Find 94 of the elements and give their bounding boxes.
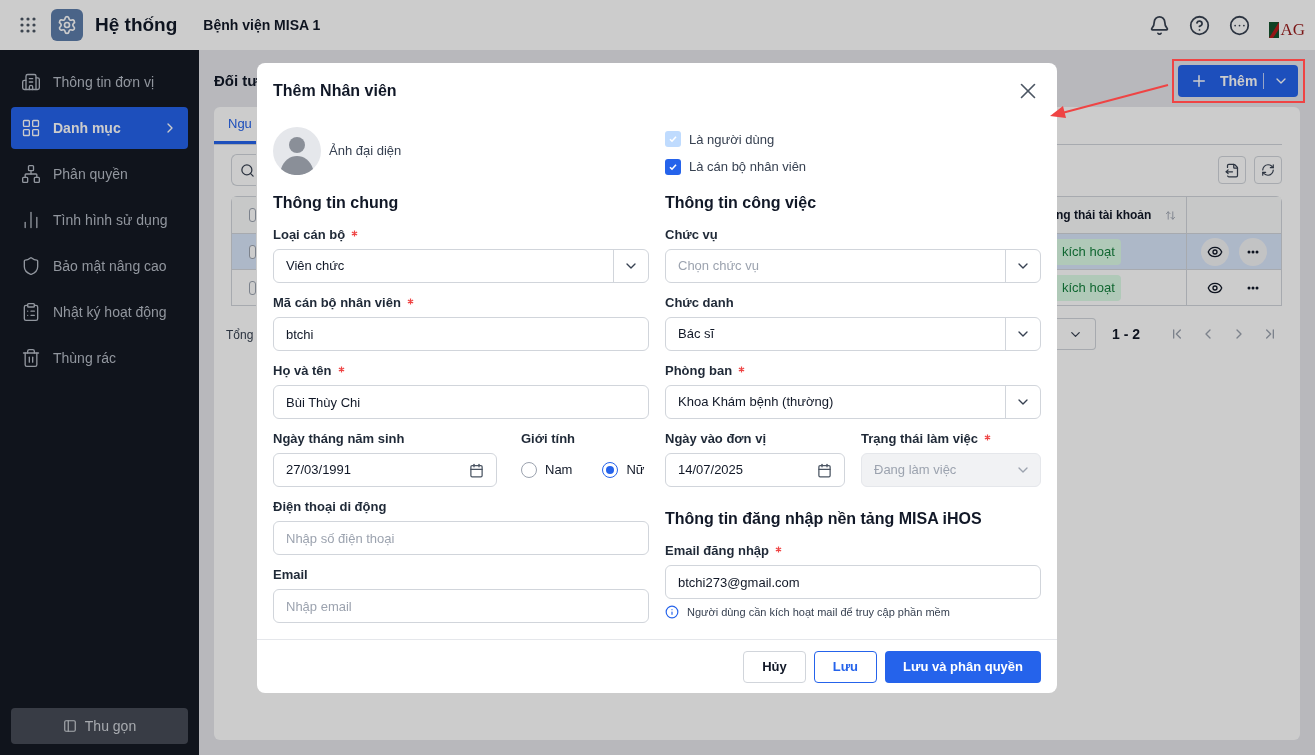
required-icon <box>775 545 782 553</box>
notification-bell-icon[interactable] <box>1149 14 1171 36</box>
checkbox-label: Là người dùng <box>689 130 775 149</box>
dialog-button[interactable]: Lưu và phân quyền <box>885 650 1041 683</box>
refresh-icon <box>1261 163 1275 177</box>
field-label: Trạng thái làm việc <box>861 430 979 449</box>
status-badge: kích hoạt <box>1056 274 1121 301</box>
app-grid-icon[interactable] <box>20 17 36 33</box>
menu-icon <box>21 118 41 138</box>
organization-logo: AG <box>1269 12 1305 38</box>
refresh-button[interactable] <box>1254 156 1282 184</box>
required-icon <box>351 229 359 237</box>
app-title: Hệ thống <box>95 12 178 37</box>
text-field[interactable]: Nhập số điện thoại <box>273 521 649 555</box>
dialog-title: Thêm Nhân viên <box>273 81 397 101</box>
sidebar-item[interactable]: Nhật ký hoạt động <box>11 291 188 333</box>
menu-icon <box>21 72 41 92</box>
text-field[interactable]: btchi <box>273 317 649 351</box>
field-label: Chức vụ <box>665 226 718 245</box>
calendar-icon <box>469 462 484 478</box>
file-export-icon <box>1224 162 1240 178</box>
sidebar-item[interactable]: Tình hình sử dụng <box>11 199 188 241</box>
row-checkbox[interactable] <box>249 244 256 259</box>
export-button[interactable] <box>1218 156 1246 184</box>
field-label: Ngày tháng năm sinh <box>273 430 405 449</box>
select-field[interactable]: Viên chức <box>273 249 649 283</box>
menu-icon <box>21 164 41 184</box>
required-icon <box>738 365 746 373</box>
add-button[interactable]: Thêm <box>1178 65 1298 97</box>
required-icon <box>406 297 414 305</box>
field-label: Giới tính <box>521 430 575 449</box>
field-label: Email đăng nhập <box>665 542 769 561</box>
radio-label: Nữ <box>626 461 645 480</box>
field-label: Ngày vào đơn vị <box>665 430 766 449</box>
search-field[interactable] <box>231 154 256 186</box>
dialog-button[interactable]: Lưu <box>813 650 878 683</box>
checkbox[interactable] <box>665 158 681 175</box>
field-label: Email <box>273 566 308 585</box>
column-header: ng thái tài khoản <box>1056 207 1152 224</box>
radio-label: Nam <box>545 461 573 480</box>
ellipsis-icon <box>1247 249 1259 254</box>
check-icon <box>668 161 678 172</box>
sidebar-item[interactable]: Bảo mật nâng cao <box>11 245 188 287</box>
sidebar-item[interactable]: Thùng rác <box>11 337 188 379</box>
field-label: Họ và tên <box>273 362 332 381</box>
info-icon <box>665 605 679 620</box>
text-field[interactable]: btchi273@gmail.com <box>665 565 1041 599</box>
select-field[interactable]: Khoa Khám bệnh (thường) <box>665 385 1041 419</box>
required-icon <box>984 433 992 441</box>
table-row[interactable] <box>232 233 256 269</box>
menu-icon <box>21 302 41 322</box>
row-checkbox[interactable] <box>249 280 256 295</box>
field-label: Phòng ban <box>665 362 733 381</box>
avatar-icon[interactable] <box>273 127 321 175</box>
page-range: 1 - 2 <box>1112 324 1140 344</box>
dialog-button[interactable]: Hủy <box>743 650 806 683</box>
field-label: Chức danh <box>665 294 734 313</box>
checkbox-label: Là cán bộ nhân viên <box>689 158 807 176</box>
section-heading: Thông tin công việc <box>665 193 817 213</box>
date-field[interactable]: 14/07/2025 <box>665 453 845 487</box>
ellipsis-icon <box>1247 285 1259 290</box>
organization-name: Bệnh viện MISA 1 <box>203 15 321 35</box>
field-label: Loại cán bộ <box>273 226 346 245</box>
gear-icon <box>57 15 77 35</box>
info-note: Người dùng cần kích hoạt mail để truy cập phần mềm <box>687 605 950 620</box>
more-icon[interactable] <box>1229 14 1251 36</box>
total-label: Tổng <box>226 327 255 344</box>
text-field[interactable]: Nhập email <box>273 589 649 623</box>
check-icon <box>668 134 678 145</box>
collapse-button[interactable]: Thu gọn <box>11 708 188 744</box>
plus-icon <box>1190 72 1208 90</box>
table-checkbox[interactable] <box>249 208 256 222</box>
sidebar-item[interactable]: Danh mục <box>11 107 188 149</box>
menu-icon <box>21 348 41 368</box>
select-field[interactable]: Bác sĩ <box>665 317 1041 351</box>
more-button[interactable] <box>1239 237 1267 266</box>
required-icon <box>337 365 345 373</box>
sidebar-item[interactable]: Phân quyền <box>11 153 188 195</box>
date-field[interactable]: 27/03/1991 <box>273 453 497 487</box>
sort-icon[interactable] <box>1165 209 1176 221</box>
calendar-icon <box>817 462 832 478</box>
sidebar-item[interactable]: Thông tin đơn vị <box>11 61 188 103</box>
status-badge: kích hoạt <box>1056 238 1121 265</box>
view-button[interactable] <box>1201 237 1229 266</box>
field-label: Điện thoại di động <box>273 498 387 517</box>
menu-icon <box>21 256 41 276</box>
field-label: Mã cán bộ nhân viên <box>273 294 401 313</box>
panel-icon <box>62 719 77 733</box>
section-heading: Thông tin chung <box>273 193 399 213</box>
avatar-label: Ảnh đại diện <box>329 142 402 161</box>
search-icon <box>240 162 255 178</box>
help-icon[interactable] <box>1189 14 1211 36</box>
text-field[interactable]: Bùi Thùy Chi <box>273 385 649 419</box>
section-heading: Thông tin đăng nhập nền tảng MISA iHOS <box>665 509 982 529</box>
